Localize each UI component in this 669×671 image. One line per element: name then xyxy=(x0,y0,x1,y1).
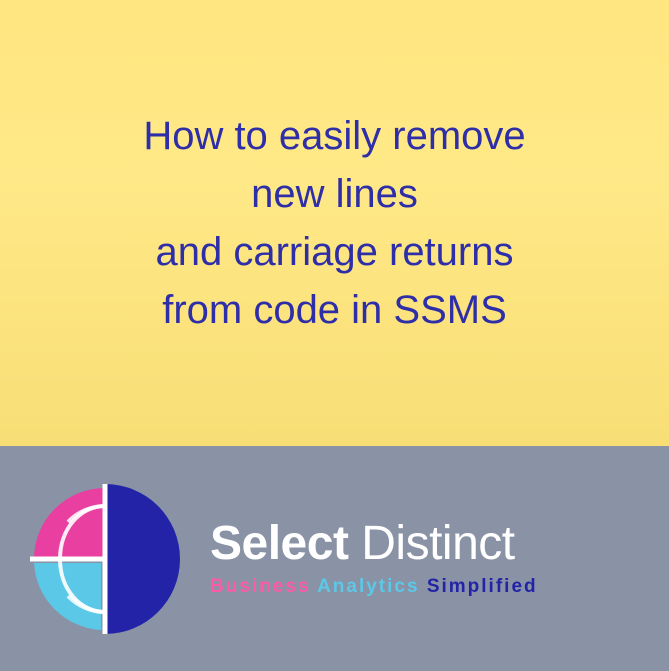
promo-card: How to easily remove new lines and carri… xyxy=(0,0,669,671)
brand-text-block: Select Distinct Business Analytics Simpl… xyxy=(210,520,538,598)
headline-line-4: from code in SSMS xyxy=(162,288,507,332)
headline-line-1: How to easily remove xyxy=(143,114,525,158)
tagline-word-3: Simplified xyxy=(427,576,538,597)
headline-line-3: and carriage returns xyxy=(156,230,514,274)
headline-text: How to easily remove new lines and carri… xyxy=(143,107,525,339)
headline-line-2: new lines xyxy=(251,172,418,216)
tagline-word-1: Business xyxy=(210,576,310,597)
brand-logo-icon xyxy=(30,484,180,634)
headline-section: How to easily remove new lines and carri… xyxy=(0,0,669,446)
brand-tagline: Business Analytics Simplified xyxy=(210,576,538,598)
brand-name: Select Distinct xyxy=(210,520,538,568)
brand-name-light: Distinct xyxy=(361,517,514,570)
tagline-word-2: Analytics xyxy=(317,576,419,597)
brand-name-bold: Select xyxy=(210,517,348,570)
brand-footer: Select Distinct Business Analytics Simpl… xyxy=(0,446,669,671)
